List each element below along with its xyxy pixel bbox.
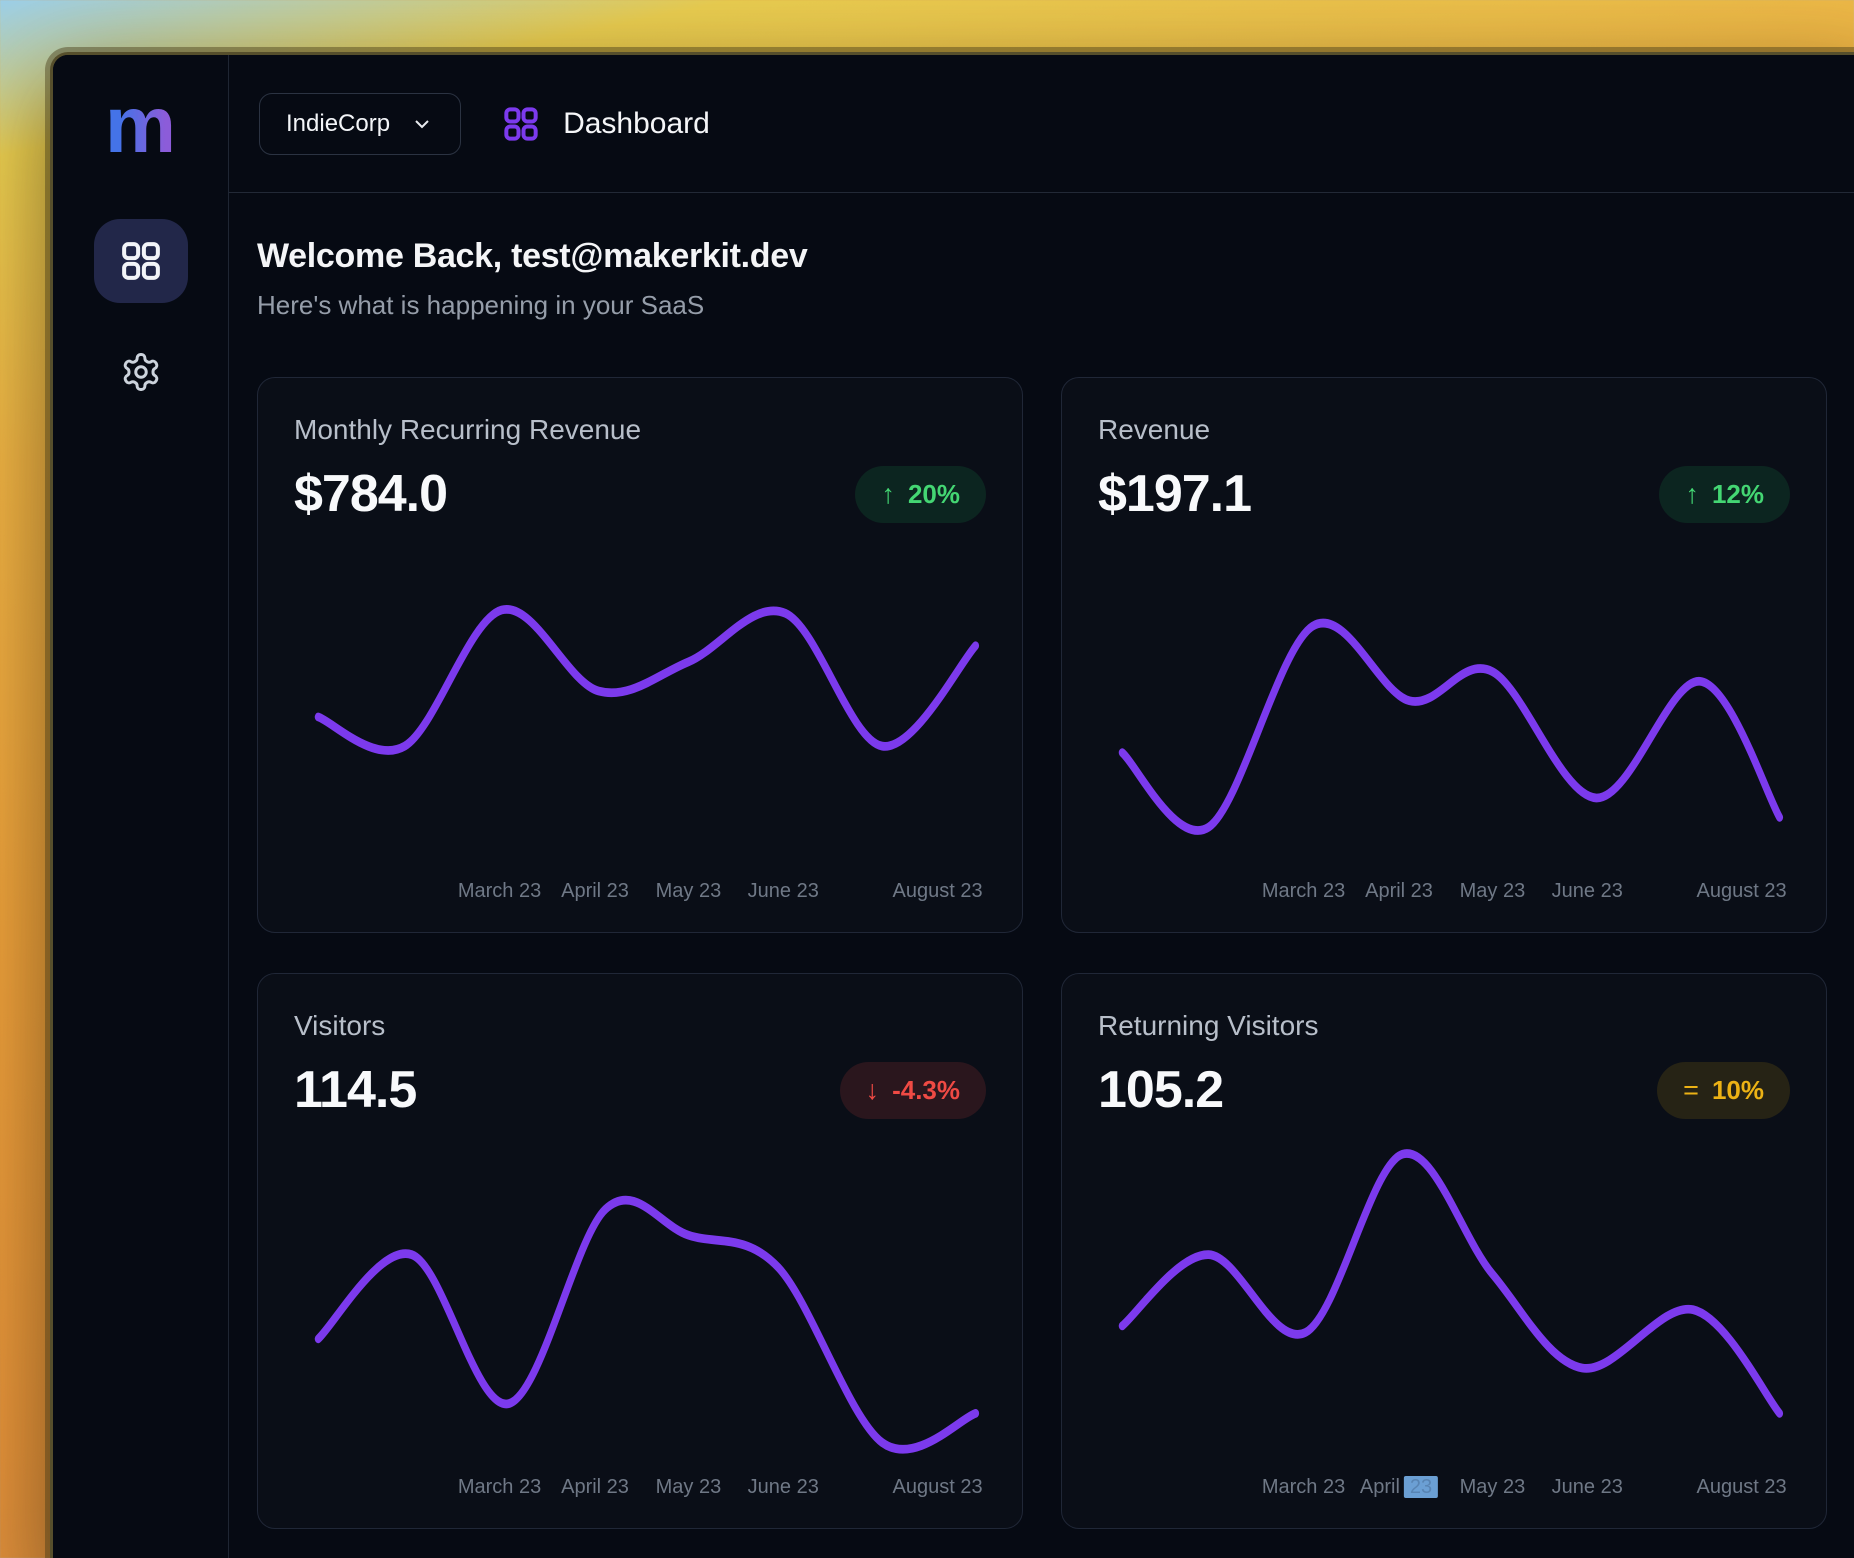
chart-line bbox=[318, 609, 975, 750]
trend-badge: ↑ 20% bbox=[855, 466, 986, 523]
trend-badge-label: 12% bbox=[1712, 479, 1764, 510]
axis-tick: June 23 bbox=[1552, 1476, 1623, 1499]
welcome-subheading: Here's what is happening in your SaaS bbox=[257, 290, 1854, 321]
metric-value: $197.1 bbox=[1098, 464, 1251, 524]
axis-tick: August 23 bbox=[1697, 1476, 1787, 1499]
axis-tick: August 23 bbox=[893, 880, 983, 903]
card-title: Monthly Recurring Revenue bbox=[294, 414, 986, 446]
trend-badge: ↑ 12% bbox=[1659, 466, 1790, 523]
x-axis-labels: March 23 April23 May 23 June 23 August 2… bbox=[1098, 1476, 1790, 1502]
card-visitors: Visitors 114.5 ↓ -4.3% Mar bbox=[257, 973, 1023, 1529]
trend-badge: ↓ -4.3% bbox=[840, 1062, 986, 1119]
trend-up-icon: ↑ bbox=[881, 479, 895, 510]
trend-down-icon: ↓ bbox=[866, 1075, 880, 1106]
axis-tick-month: April bbox=[1360, 1476, 1400, 1498]
trend-badge-label: -4.3% bbox=[892, 1075, 960, 1106]
sidebar-item-dashboard[interactable] bbox=[94, 219, 188, 303]
axis-tick: May 23 bbox=[1460, 880, 1526, 903]
trend-badge-label: 10% bbox=[1712, 1075, 1764, 1106]
card-title: Revenue bbox=[1098, 414, 1790, 446]
metrics-grid: Monthly Recurring Revenue $784.0 ↑ 20% bbox=[257, 377, 1854, 1529]
desktop: { "sidebar": { "logo": "m" }, "header": … bbox=[0, 0, 1854, 1558]
axis-tick: May 23 bbox=[656, 1476, 722, 1499]
revenue-chart bbox=[1098, 542, 1790, 866]
chevron-down-icon bbox=[410, 112, 434, 136]
team-selector-button[interactable]: IndieCorp bbox=[259, 93, 461, 155]
trend-up-icon: ↑ bbox=[1685, 479, 1699, 510]
axis-tick: March 23 bbox=[458, 1476, 541, 1499]
dashboard-grid-icon bbox=[501, 104, 541, 144]
card-title: Returning Visitors bbox=[1098, 1010, 1790, 1042]
page-title: Dashboard bbox=[563, 107, 710, 141]
team-selector-label: IndieCorp bbox=[286, 110, 390, 138]
axis-tick: June 23 bbox=[748, 1476, 819, 1499]
chart-line bbox=[318, 1200, 975, 1449]
metric-value: 114.5 bbox=[294, 1060, 416, 1120]
app-window: m IndieCorp bbox=[50, 52, 1854, 1558]
axis-tick: April 23 bbox=[561, 880, 629, 903]
axis-tick: April23 bbox=[1360, 1476, 1438, 1499]
metric-value: $784.0 bbox=[294, 464, 447, 524]
axis-tick: August 23 bbox=[893, 1476, 983, 1499]
card-returning-visitors: Returning Visitors 105.2 = 10% bbox=[1061, 973, 1827, 1529]
axis-tick: June 23 bbox=[1552, 880, 1623, 903]
trend-flat-icon: = bbox=[1683, 1075, 1699, 1106]
grid-icon bbox=[118, 238, 164, 284]
topbar: IndieCorp Dashboard bbox=[229, 55, 1854, 193]
axis-tick: April 23 bbox=[1365, 880, 1433, 903]
welcome-heading: Welcome Back, test@makerkit.dev bbox=[257, 237, 1854, 276]
axis-tick-selected-text: 23 bbox=[1404, 1476, 1438, 1498]
axis-tick: April 23 bbox=[561, 1476, 629, 1499]
dashboard-content: Welcome Back, test@makerkit.dev Here's w… bbox=[229, 193, 1854, 1529]
axis-tick: June 23 bbox=[748, 880, 819, 903]
x-axis-labels: March 23 April 23 May 23 June 23 August … bbox=[294, 880, 986, 906]
metric-value: 105.2 bbox=[1098, 1060, 1223, 1120]
sidebar-item-settings[interactable] bbox=[120, 351, 162, 393]
visitors-chart bbox=[294, 1138, 986, 1462]
chart-line bbox=[1122, 1153, 1779, 1413]
axis-tick: March 23 bbox=[1262, 880, 1345, 903]
returning-visitors-chart bbox=[1098, 1138, 1790, 1462]
card-monthly-recurring-revenue: Monthly Recurring Revenue $784.0 ↑ 20% bbox=[257, 377, 1023, 933]
x-axis-labels: March 23 April 23 May 23 June 23 August … bbox=[1098, 880, 1790, 906]
sidebar: m bbox=[53, 55, 229, 1558]
card-revenue: Revenue $197.1 ↑ 12% March bbox=[1061, 377, 1827, 933]
axis-tick: May 23 bbox=[656, 880, 722, 903]
mrr-chart bbox=[294, 542, 986, 866]
axis-tick: May 23 bbox=[1460, 1476, 1526, 1499]
axis-tick: March 23 bbox=[1262, 1476, 1345, 1499]
card-title: Visitors bbox=[294, 1010, 986, 1042]
chart-line bbox=[1122, 623, 1779, 831]
axis-tick: August 23 bbox=[1697, 880, 1787, 903]
trend-badge-label: 20% bbox=[908, 479, 960, 510]
x-axis-labels: March 23 April 23 May 23 June 23 August … bbox=[294, 1476, 986, 1502]
main-area: IndieCorp Dashboard bbox=[229, 55, 1854, 1558]
makerkit-logo[interactable]: m bbox=[105, 85, 176, 177]
gear-icon bbox=[120, 351, 162, 393]
breadcrumb: Dashboard bbox=[501, 104, 710, 144]
axis-tick: March 23 bbox=[458, 880, 541, 903]
trend-badge: = 10% bbox=[1657, 1062, 1790, 1119]
